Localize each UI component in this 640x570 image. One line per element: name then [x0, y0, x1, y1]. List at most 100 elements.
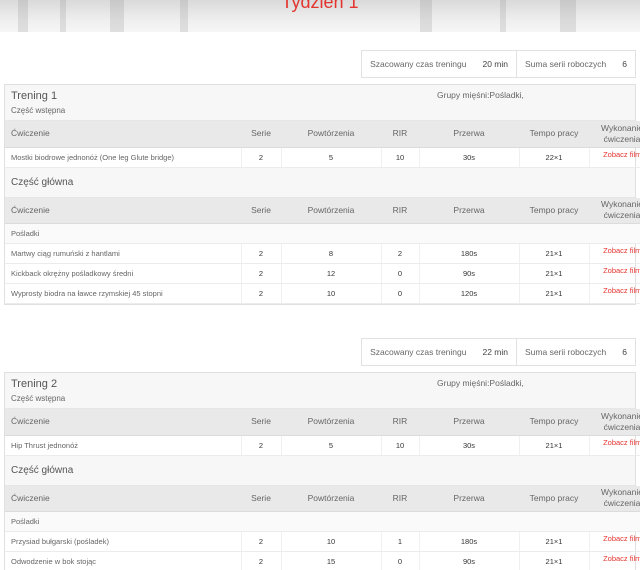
training-title: Trening 1 — [11, 90, 58, 102]
col-exercise: Ćwiczenie — [5, 485, 241, 512]
col-execution: Wykonanie ćwiczenia — [589, 121, 640, 148]
col-exercise: Ćwiczenie — [5, 121, 241, 148]
rest: 180s — [419, 243, 520, 264]
watch-video-link[interactable]: Zobacz film — [589, 435, 640, 456]
page-title: Tydzień 1 — [281, 0, 359, 12]
rir: 2 — [381, 243, 420, 264]
estimated-time-value: 20 min — [482, 59, 508, 69]
col-execution: Wykonanie ćwiczenia — [589, 197, 640, 224]
col-rir: RIR — [381, 409, 419, 436]
main-table: Ćwiczenie Serie Powtórzenia RIR Przerwa … — [5, 485, 640, 570]
working-sets-value: 6 — [622, 59, 627, 69]
col-tempo: Tempo pracy — [519, 409, 589, 436]
col-reps: Powtórzenia — [281, 197, 381, 224]
sets: 2 — [241, 147, 282, 168]
watch-video-link[interactable]: Zobacz film — [589, 147, 640, 168]
col-execution: Wykonanie ćwiczenia — [589, 409, 640, 436]
training-card-2: Trening 2 Część wstępna Grupy mięśni:Poś… — [4, 372, 640, 570]
training-summary-2: Szacowany czas treningu 22 min Suma seri… — [361, 338, 636, 366]
sets: 2 — [241, 263, 282, 284]
hero-banner: Tydzień 1 — [0, 0, 640, 32]
reps: 10 — [281, 283, 382, 304]
tempo: 21×1 — [519, 283, 590, 304]
table-row: Hip Thrust jednonóż 2 5 10 30s 21×1 Zoba… — [5, 435, 640, 456]
rir: 0 — [381, 263, 420, 284]
exercise-name: Odwodzenie w bok stojąc — [5, 551, 242, 570]
sets: 2 — [241, 435, 282, 456]
reps: 12 — [281, 263, 382, 284]
estimated-time-label: Szacowany czas treningu — [370, 347, 467, 357]
table-row: Wyprosty biodra na ławce rzymskiej 45 st… — [5, 283, 640, 304]
watch-video-link[interactable]: Zobacz film — [589, 243, 640, 264]
tempo: 21×1 — [519, 531, 590, 552]
rest: 90s — [419, 551, 520, 570]
working-sets-label: Suma serii roboczych — [516, 51, 614, 77]
exercise-name: Mostki biodrowe jednonóż (One leg Glute … — [5, 147, 242, 168]
col-reps: Powtórzenia — [281, 409, 381, 436]
col-rir: RIR — [381, 197, 419, 224]
exercise-name: Przysiad bułgarski (pośladek) — [5, 531, 242, 552]
col-rir: RIR — [381, 485, 419, 512]
col-reps: Powtórzenia — [281, 121, 381, 148]
muscle-group-label: Pośladki — [5, 223, 640, 244]
muscle-groups: Grupy mięśni:Pośladki, — [437, 90, 524, 100]
watch-video-link[interactable]: Zobacz film — [589, 283, 640, 304]
watch-video-link[interactable]: Zobacz film — [589, 551, 640, 570]
sets: 2 — [241, 531, 282, 552]
sets: 2 — [241, 551, 282, 570]
training-card-1: Trening 1 Część wstępna Grupy mięśni:Poś… — [4, 84, 640, 305]
watch-video-link[interactable]: Zobacz film — [589, 263, 640, 284]
rest: 90s — [419, 263, 520, 284]
reps: 8 — [281, 243, 382, 264]
tempo: 21×1 — [519, 551, 590, 570]
rest: 30s — [419, 435, 520, 456]
col-sets: Serie — [241, 485, 281, 512]
reps: 10 — [281, 531, 382, 552]
col-execution: Wykonanie ćwiczenia — [589, 485, 640, 512]
sets: 2 — [241, 243, 282, 264]
exercise-name: Martwy ciąg rumuński z hantlami — [5, 243, 242, 264]
tempo: 21×1 — [519, 263, 590, 284]
col-reps: Powtórzenia — [281, 485, 381, 512]
exercise-name: Kickback okrężny pośladkowy średni — [5, 263, 242, 284]
rir: 0 — [381, 283, 420, 304]
tempo: 21×1 — [519, 243, 590, 264]
watch-video-link[interactable]: Zobacz film — [589, 531, 640, 552]
col-tempo: Tempo pracy — [519, 485, 589, 512]
warmup-label: Część wstępna — [11, 106, 66, 115]
working-sets-value: 6 — [622, 347, 627, 357]
table-row: Mostki biodrowe jednonóż (One leg Glute … — [5, 147, 640, 168]
col-exercise: Ćwiczenie — [5, 409, 241, 436]
warmup-table: Ćwiczenie Serie Powtórzenia RIR Przerwa … — [5, 409, 640, 456]
tempo: 21×1 — [519, 435, 590, 456]
reps: 15 — [281, 551, 382, 570]
table-row: Odwodzenie w bok stojąc 2 15 0 90s 21×1 … — [5, 551, 640, 570]
table-row: Martwy ciąg rumuński z hantlami 2 8 2 18… — [5, 243, 640, 264]
tempo: 22×1 — [519, 147, 590, 168]
rir: 10 — [381, 435, 420, 456]
main-part-heading: Część główna — [5, 455, 635, 486]
rest: 30s — [419, 147, 520, 168]
muscle-group-row: Pośladki — [5, 511, 640, 532]
training-title: Trening 2 — [11, 378, 58, 390]
table-header-row: Ćwiczenie Serie Powtórzenia RIR Przerwa … — [5, 121, 640, 148]
table-header-row: Ćwiczenie Serie Powtórzenia RIR Przerwa … — [5, 485, 640, 512]
working-sets-label: Suma serii roboczych — [516, 339, 614, 365]
col-rest: Przerwa — [419, 409, 519, 436]
reps: 5 — [281, 147, 382, 168]
rir: 1 — [381, 531, 420, 552]
training-header: Trening 2 Część wstępna Grupy mięśni:Poś… — [5, 373, 635, 409]
col-rest: Przerwa — [419, 485, 519, 512]
col-sets: Serie — [241, 121, 281, 148]
training-header: Trening 1 Część wstępna Grupy mięśni:Poś… — [5, 85, 635, 121]
main-table: Ćwiczenie Serie Powtórzenia RIR Przerwa … — [5, 197, 640, 304]
col-sets: Serie — [241, 409, 281, 436]
rest: 120s — [419, 283, 520, 304]
table-header-row: Ćwiczenie Serie Powtórzenia RIR Przerwa … — [5, 197, 640, 224]
exercise-name: Hip Thrust jednonóż — [5, 435, 242, 456]
col-rir: RIR — [381, 121, 419, 148]
rir: 10 — [381, 147, 420, 168]
table-row: Kickback okrężny pośladkowy średni 2 12 … — [5, 263, 640, 284]
warmup-label: Część wstępna — [11, 394, 66, 403]
estimated-time-value: 22 min — [482, 347, 508, 357]
